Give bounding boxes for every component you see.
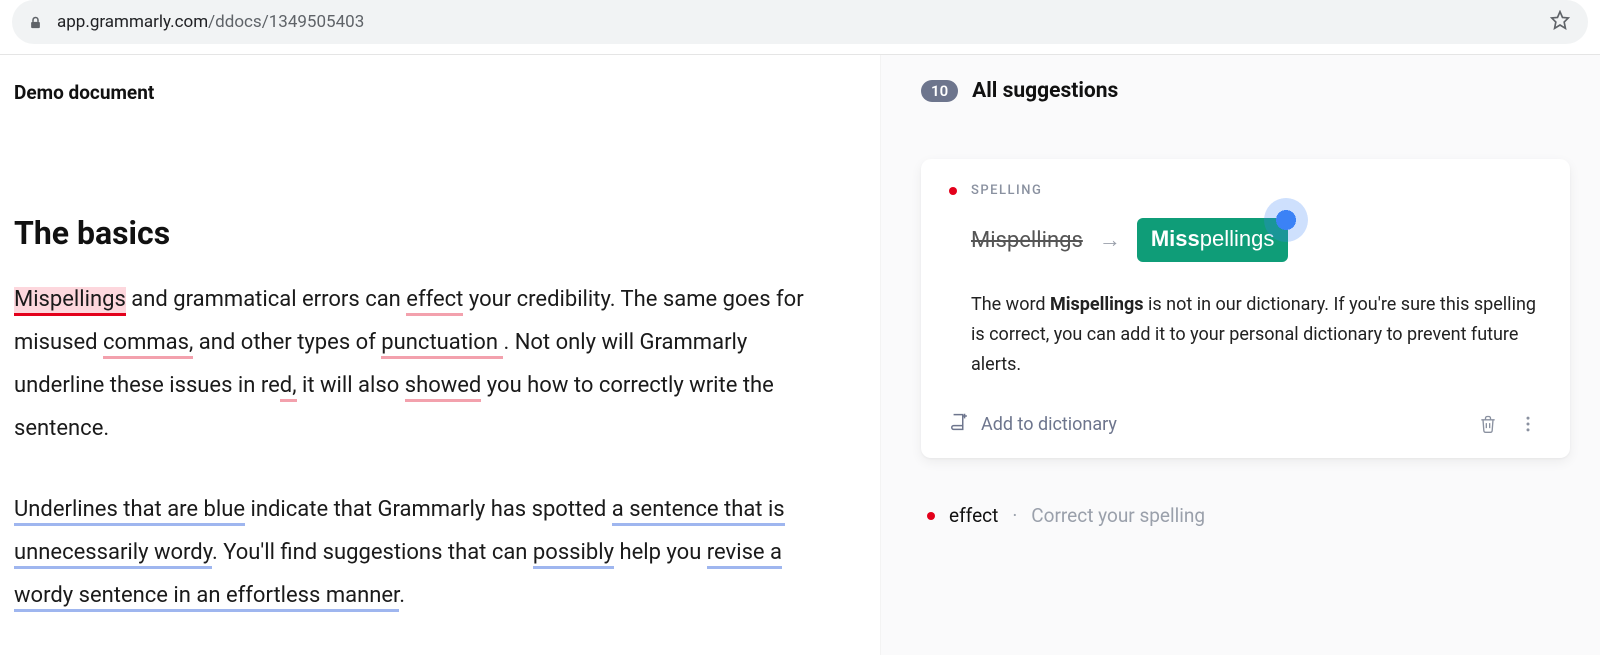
address-bar[interactable]: app.grammarly.com/ddocs/1349505403: [12, 0, 1588, 44]
panel-header[interactable]: 10 All suggestions: [921, 79, 1570, 103]
next-word: effect: [949, 504, 998, 527]
next-suggestion-effect[interactable]: effect · Correct your spelling: [921, 504, 1570, 527]
add-to-dictionary-button[interactable]: Add to dictionary: [949, 411, 1117, 438]
bookmark-star-icon[interactable]: [1550, 10, 1570, 34]
next-hint: Correct your spelling: [1031, 504, 1205, 527]
separator-dot: ·: [1012, 504, 1017, 527]
error-mispellings[interactable]: Mispellings: [14, 287, 126, 316]
error-effect[interactable]: effect: [406, 287, 463, 316]
suggestion-count-badge: 10: [921, 80, 958, 102]
fix-rest: pellings: [1200, 226, 1275, 251]
error-punctuation[interactable]: punctuation: [381, 330, 503, 359]
dismiss-trash-icon[interactable]: [1474, 410, 1502, 438]
document-title[interactable]: Demo document: [14, 81, 880, 104]
paragraph-2[interactable]: Underlines that are blue indicate that G…: [14, 488, 834, 617]
document-heading[interactable]: The basics: [14, 214, 880, 252]
document-body[interactable]: Mispellings and grammatical errors can e…: [14, 278, 880, 617]
category-dot-icon: [949, 187, 957, 195]
url-path: /ddocs/1349505403: [208, 12, 364, 32]
clarity-underlines-blue[interactable]: Underlines that are blue: [14, 497, 245, 526]
category-dot-icon: [927, 512, 935, 520]
more-options-icon[interactable]: [1514, 410, 1542, 438]
original-word: Mispellings: [971, 228, 1083, 253]
error-showed[interactable]: showed: [405, 373, 482, 402]
paragraph-1[interactable]: Mispellings and grammatical errors can e…: [14, 278, 834, 450]
category-label: SPELLING: [971, 183, 1042, 198]
url-text: app.grammarly.com/ddocs/1349505403: [57, 12, 364, 32]
arrow-right-icon: →: [1099, 227, 1121, 253]
suggestion-explanation: The word Mispellings is not in our dicti…: [971, 290, 1542, 380]
url-host: app.grammarly.com: [57, 12, 208, 32]
dictionary-add-icon: [949, 411, 971, 438]
fix-emphasis: Miss: [1151, 226, 1200, 251]
apply-fix-button[interactable]: Misspellings: [1137, 218, 1289, 262]
document-editor[interactable]: Demo document The basics Mispellings and…: [0, 55, 880, 655]
error-red-comma[interactable]: d,: [280, 373, 297, 402]
add-to-dictionary-label: Add to dictionary: [981, 414, 1117, 435]
panel-title: All suggestions: [972, 79, 1118, 103]
error-commas[interactable]: commas,: [103, 330, 193, 359]
suggestions-panel: 10 All suggestions SPELLING Mispellings …: [880, 55, 1600, 655]
lock-icon: [28, 15, 43, 30]
clarity-possibly[interactable]: possibly: [533, 540, 614, 569]
suggestion-card[interactable]: SPELLING Mispellings → Misspellings The …: [921, 159, 1570, 458]
